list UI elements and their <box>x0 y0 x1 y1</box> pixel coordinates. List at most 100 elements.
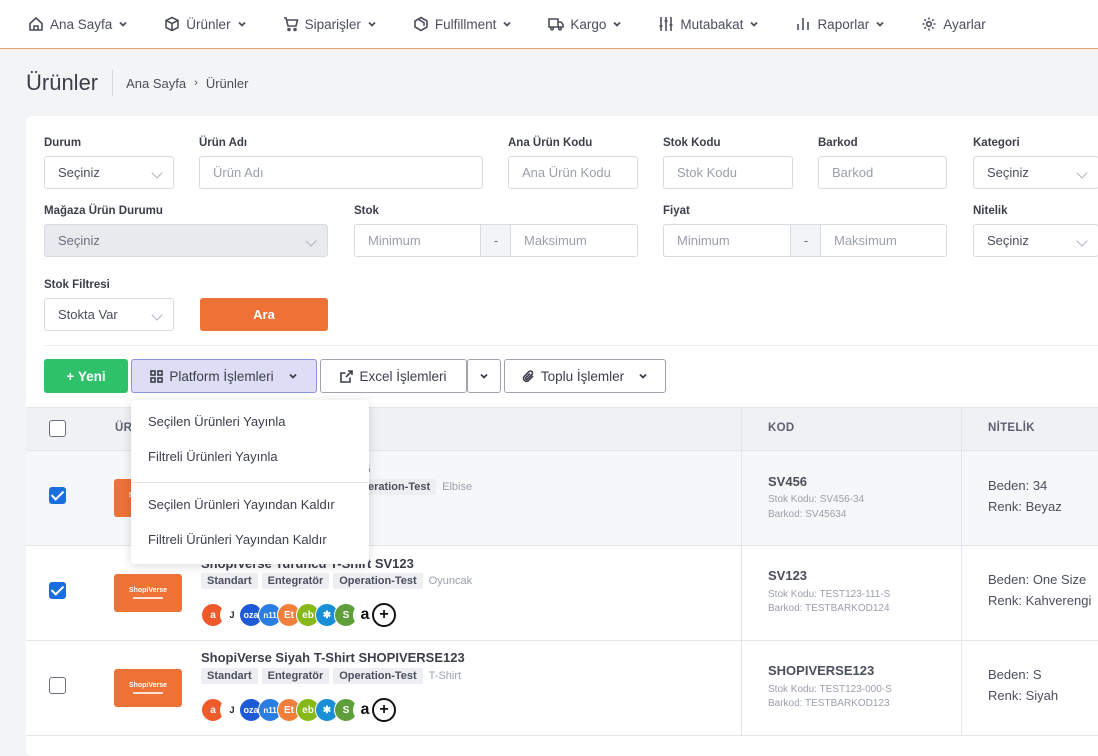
truck-icon <box>548 18 565 31</box>
row-checkbox[interactable] <box>49 582 66 599</box>
chevron-down-icon <box>1076 167 1088 179</box>
select-all-checkbox[interactable] <box>49 420 66 437</box>
ana-urun-kodu-input[interactable]: Ana Ürün Kodu <box>508 156 638 189</box>
nav-label: Ürünler <box>186 16 231 32</box>
attribute-color: Renk: Kahverengi <box>988 593 1092 608</box>
nav-label: Ayarlar <box>943 16 986 32</box>
product-category: Oyuncak <box>428 575 473 587</box>
box-icon <box>165 16 180 32</box>
breadcrumb-current: Ürünler <box>205 75 249 91</box>
bulk-actions-label: Toplu İşlemler <box>540 368 625 384</box>
product-thumbnail[interactable]: ShopiVerse <box>114 669 182 707</box>
bar-chart-icon <box>797 18 810 30</box>
fiyat-max-input[interactable]: Maksimum <box>820 224 947 257</box>
search-button[interactable]: Ara <box>200 298 328 331</box>
stock-code: Stok Kodu: SV456-34 <box>768 494 865 505</box>
platform-actions-label: Platform İşlemleri <box>169 368 274 384</box>
chevron-down-icon <box>639 373 647 379</box>
fiyat-label: Fiyat <box>663 205 690 217</box>
chevron-down-icon <box>876 21 884 27</box>
row-checkbox[interactable] <box>49 677 66 694</box>
add-marketplace-icon[interactable]: + <box>372 698 396 722</box>
attribute-color: Renk: Siyah <box>988 688 1059 703</box>
urun-adi-label: Ürün Adı <box>199 137 248 149</box>
chevron-down-icon <box>480 373 488 379</box>
product-tags: Standart Entegratör Operation-Test Oyunc… <box>201 573 472 589</box>
nav-ana-sayfa[interactable]: Ana Sayfa <box>28 4 164 44</box>
marketplace-logos: a J oza n11 Et eb ✱ S a + <box>201 603 396 627</box>
chevron-down-icon <box>613 21 622 27</box>
nav-fulfillment[interactable]: Fulfillment <box>413 4 549 44</box>
column-divider <box>741 408 742 452</box>
product-code: SV123 <box>768 568 808 583</box>
platform-actions-button[interactable]: Platform İşlemleri <box>131 359 317 393</box>
excel-actions-button[interactable]: Excel İşlemleri <box>320 359 467 393</box>
nitelik-select[interactable]: Seçiniz <box>973 224 1098 257</box>
paperclip-icon <box>522 369 534 382</box>
stock-code: Stok Kodu: TEST123-000-S <box>768 684 892 695</box>
magaza-durumu-label: Mağaza Ürün Durumu <box>44 205 163 217</box>
attribute-size: Beden: 34 <box>988 478 1048 493</box>
ana-urun-kodu-label: Ana Ürün Kodu <box>508 137 593 149</box>
product-thumbnail[interactable]: ShopiVerse <box>114 574 182 612</box>
breadcrumb: Ana Sayfa › Ürünler <box>112 70 248 96</box>
nav-raporlar[interactable]: Raporlar <box>795 4 921 44</box>
bulk-actions-button[interactable]: Toplu İşlemler <box>504 359 666 393</box>
stok-filtresi-select[interactable]: Stokta Var <box>44 298 174 331</box>
page-header: Ürünler Ana Sayfa › Ürünler <box>26 70 248 96</box>
chevron-down-icon <box>1076 235 1088 247</box>
kategori-select[interactable]: Seçiniz <box>973 156 1098 189</box>
menu-item-publish-selected[interactable]: Seçilen Ürünleri Yayınla <box>148 414 286 429</box>
stok-filtresi-label: Stok Filtresi <box>44 279 110 291</box>
product-category: Elbise <box>442 481 473 493</box>
nav-label: Mutabakat <box>680 16 744 32</box>
durum-select[interactable]: Seçiniz <box>44 156 174 189</box>
page-title: Ürünler <box>26 70 99 95</box>
breadcrumb-home[interactable]: Ana Sayfa <box>126 76 186 91</box>
menu-item-unpublish-selected[interactable]: Seçilen Ürünleri Yayından Kaldır <box>148 497 335 512</box>
stok-min-input[interactable]: Minimum <box>354 224 481 257</box>
tag: eration-Test <box>368 479 437 495</box>
add-marketplace-icon[interactable]: + <box>372 603 396 627</box>
product-name[interactable]: ShopiVerse Siyah T-Shirt SHOPIVERSE123 <box>201 650 465 665</box>
chevron-down-icon <box>750 21 759 27</box>
product-tags: eration-Test Elbise <box>368 479 472 495</box>
row-checkbox[interactable] <box>49 487 66 504</box>
column-divider <box>741 546 742 641</box>
chevron-down-icon <box>151 167 163 179</box>
barcode: Barkod: SV45634 <box>768 509 847 520</box>
new-button[interactable]: + Yeni <box>44 359 128 393</box>
nav-label: Raporlar <box>817 16 870 32</box>
tag: Operation-Test <box>333 573 423 589</box>
menu-item-unpublish-filtered[interactable]: Filtreli Ürünleri Yayından Kaldır <box>148 532 327 547</box>
nav-mutabakat[interactable]: Mutabakat <box>658 4 795 44</box>
urun-adi-input[interactable]: Ürün Adı <box>199 156 483 189</box>
column-divider <box>961 451 962 546</box>
gear-icon <box>922 17 936 31</box>
sliders-icon <box>659 17 673 31</box>
excel-dropdown-toggle[interactable] <box>467 359 501 393</box>
menu-item-publish-filtered[interactable]: Filtreli Ürünleri Yayınla <box>148 449 278 464</box>
chevron-down-icon <box>305 235 317 247</box>
product-code: SHOPIVERSE123 <box>768 663 875 678</box>
chevron-right-icon: › <box>194 77 198 89</box>
stok-kodu-input[interactable]: Stok Kodu <box>663 156 793 189</box>
nav-urunler[interactable]: Ürünler <box>164 4 282 44</box>
barcode: Barkod: TESTBARKOD124 <box>768 603 890 614</box>
nav-siparisler[interactable]: Siparişler <box>283 4 413 44</box>
platform-actions-menu: Seçilen Ürünleri Yayınla Filtreli Ürünle… <box>131 400 369 564</box>
stok-kodu-label: Stok Kodu <box>663 137 721 149</box>
tag: Standart <box>201 573 258 589</box>
table-row[interactable]: ShopiVerse ShopiVerse Siyah T-Shirt SHOP… <box>26 641 1098 736</box>
nav-kargo[interactable]: Kargo <box>548 4 658 44</box>
barkod-input[interactable]: Barkod <box>818 156 947 189</box>
excel-actions-label: Excel İşlemleri <box>359 368 447 384</box>
home-icon <box>29 16 43 31</box>
nav-ayarlar[interactable]: Ayarlar <box>921 4 1022 44</box>
nav-label: Kargo <box>570 16 607 32</box>
menu-divider <box>131 482 369 483</box>
stok-max-input[interactable]: Maksimum <box>510 224 638 257</box>
tag: Entegratör <box>261 668 330 684</box>
fiyat-min-input[interactable]: Minimum <box>663 224 791 257</box>
cube-icon <box>414 16 428 32</box>
